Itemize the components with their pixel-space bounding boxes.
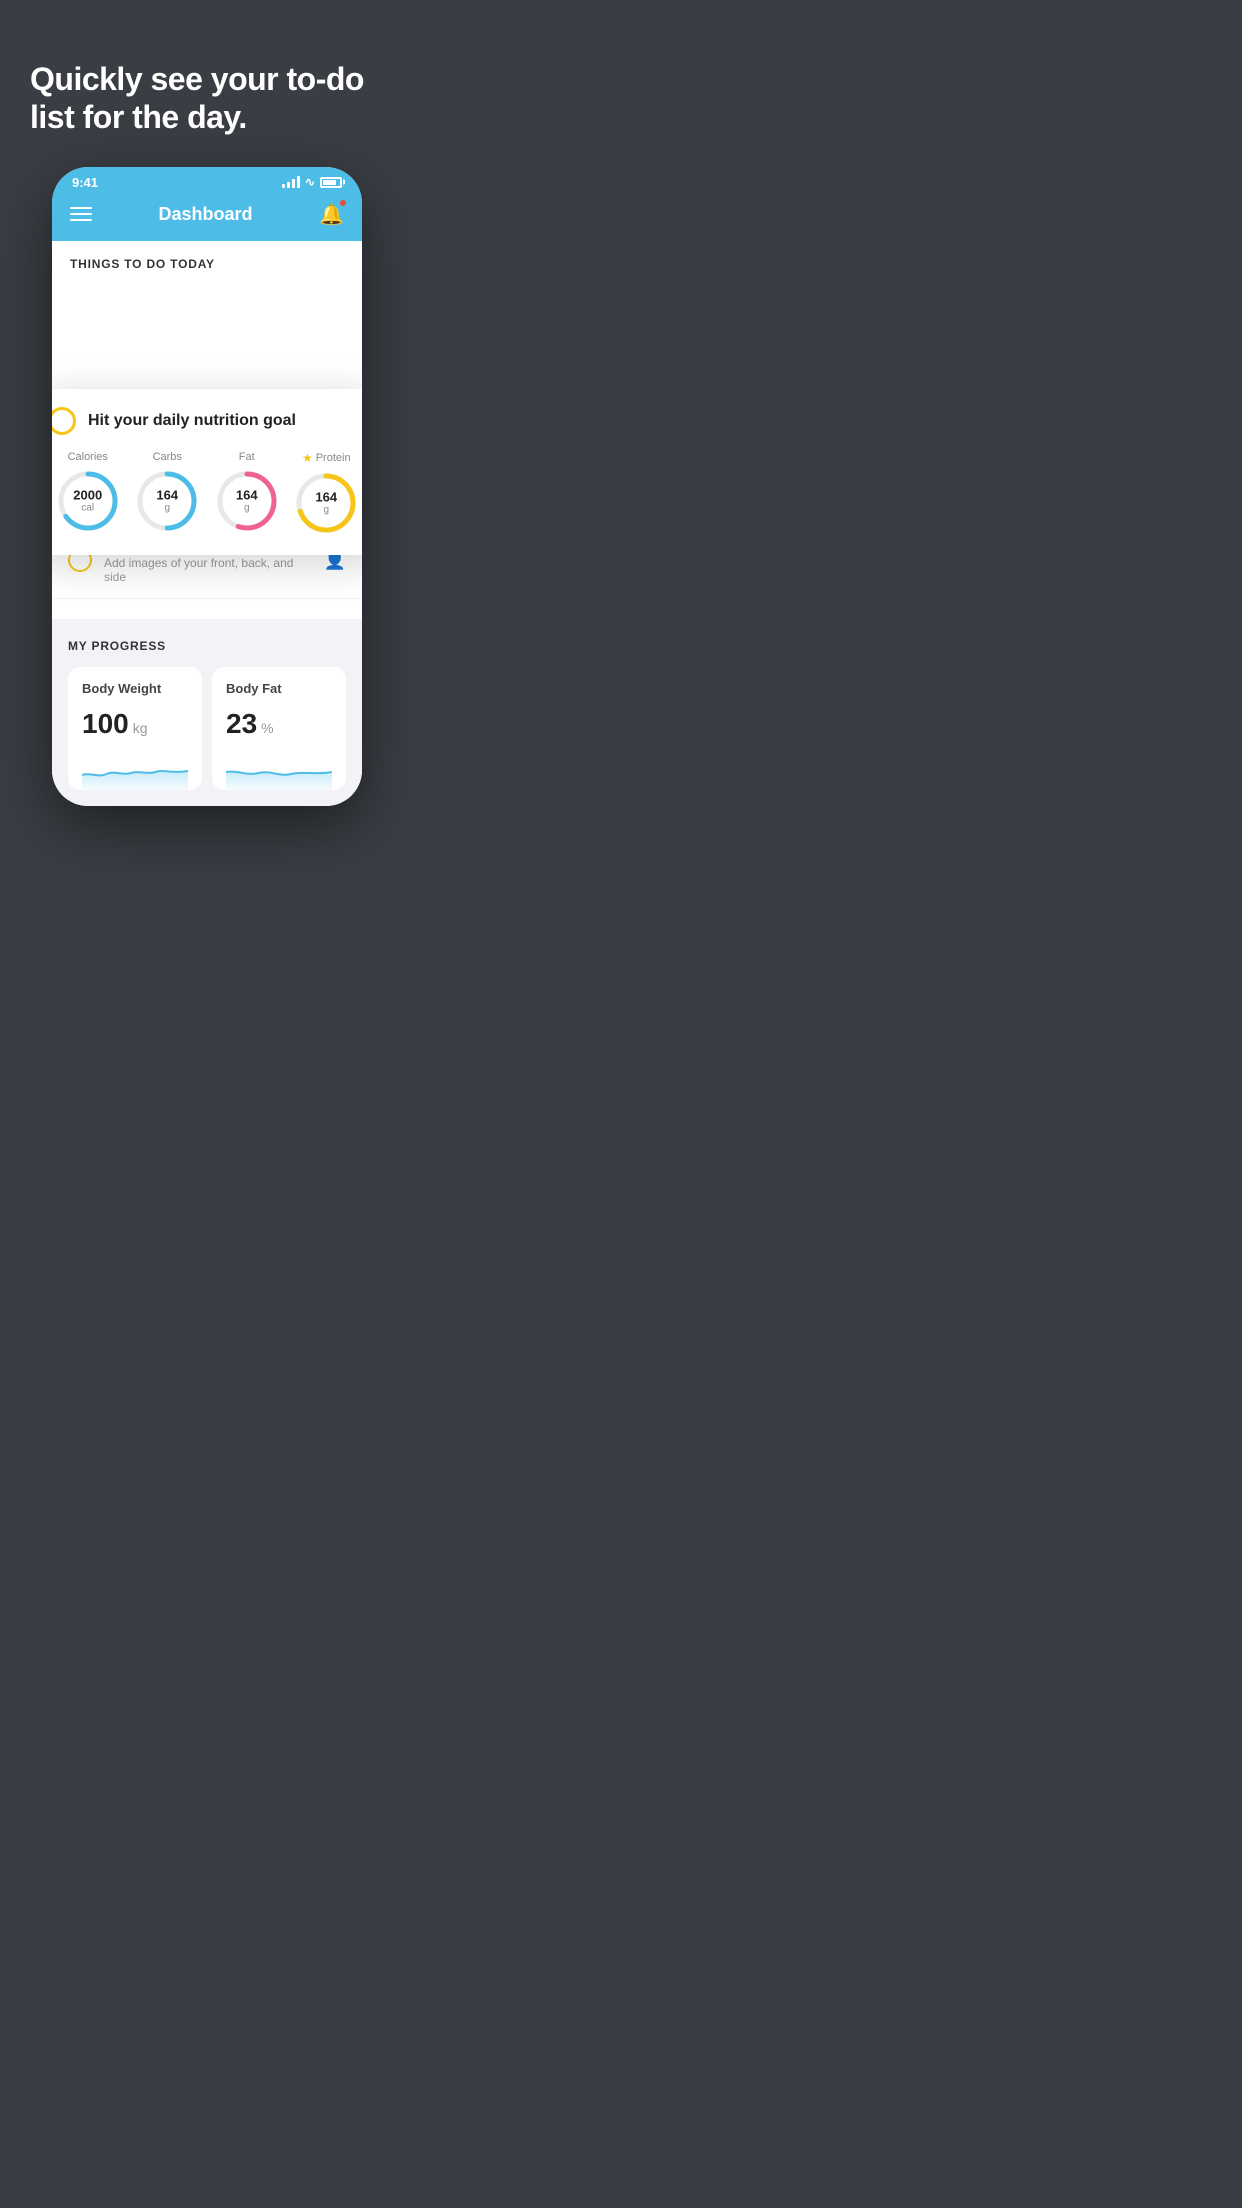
phone-content: THINGS TO DO TODAY Hit your daily nutrit… — [52, 241, 362, 806]
nutrition-check-circle[interactable] — [52, 407, 76, 435]
body-fat-label: Body Fat — [226, 681, 332, 696]
body-weight-value-row: 100 kg — [82, 708, 188, 740]
card-title-row: Hit your daily nutrition goal — [52, 407, 362, 435]
calories-label: Calories — [68, 451, 108, 463]
notification-button[interactable]: 🔔 — [319, 202, 344, 227]
hero-title: Quickly see your to-do list for the day. — [30, 60, 384, 137]
status-icons: ∿ — [282, 175, 342, 189]
notification-badge — [339, 199, 347, 207]
status-bar: 9:41 ∿ — [52, 167, 362, 194]
progress-cards: Body Weight 100 kg — [68, 667, 346, 790]
progress-section: MY PROGRESS Body Weight 100 kg — [52, 619, 362, 806]
wifi-icon: ∿ — [305, 175, 315, 189]
phone-wrapper: 9:41 ∿ — [0, 167, 414, 806]
photos-subtitle: Add images of your front, back, and side — [104, 556, 312, 584]
nutrition-item-fat: Fat 164 g — [215, 451, 279, 533]
fat-circle: 164 g — [215, 469, 279, 533]
calories-circle: 2000 cal — [56, 469, 120, 533]
nutrition-card: Hit your daily nutrition goal Calories — [52, 389, 362, 555]
status-time: 9:41 — [72, 175, 98, 190]
outer-wrapper: Quickly see your to-do list for the day.… — [0, 0, 414, 846]
body-weight-unit: kg — [133, 720, 148, 736]
progress-section-title: MY PROGRESS — [68, 639, 346, 653]
things-to-do-header: THINGS TO DO TODAY — [52, 241, 362, 279]
spacer — [52, 599, 362, 619]
carbs-circle: 164 g — [135, 469, 199, 533]
body-fat-chart — [226, 750, 332, 790]
fat-label: Fat — [239, 451, 255, 463]
nutrition-row: Calories 2000 cal — [52, 451, 362, 535]
nav-bar: Dashboard 🔔 — [52, 194, 362, 241]
nutrition-item-calories: Calories 2000 cal — [56, 451, 120, 533]
body-weight-card[interactable]: Body Weight 100 kg — [68, 667, 202, 790]
protein-label: ★ Protein — [302, 451, 351, 465]
hero-section: Quickly see your to-do list for the day. — [0, 40, 414, 167]
nav-title: Dashboard — [159, 204, 253, 225]
todo-section: Hit your daily nutrition goal Calories — [52, 399, 362, 599]
menu-button[interactable] — [70, 207, 92, 221]
carbs-label: Carbs — [153, 451, 182, 463]
body-weight-chart — [82, 750, 188, 790]
body-fat-value: 23 — [226, 708, 257, 740]
body-fat-unit: % — [261, 720, 273, 736]
body-fat-card[interactable]: Body Fat 23 % — [212, 667, 346, 790]
nutrition-item-protein: ★ Protein 164 — [294, 451, 358, 535]
nutrition-item-carbs: Carbs 164 g — [135, 451, 199, 533]
body-weight-value: 100 — [82, 708, 129, 740]
battery-icon — [320, 177, 342, 188]
star-icon: ★ — [302, 451, 313, 465]
body-fat-value-row: 23 % — [226, 708, 332, 740]
body-weight-label: Body Weight — [82, 681, 188, 696]
nutrition-card-title: Hit your daily nutrition goal — [88, 412, 296, 430]
protein-circle: 164 g — [294, 471, 358, 535]
signal-icon — [282, 176, 300, 188]
phone-mockup: 9:41 ∿ — [52, 167, 362, 806]
